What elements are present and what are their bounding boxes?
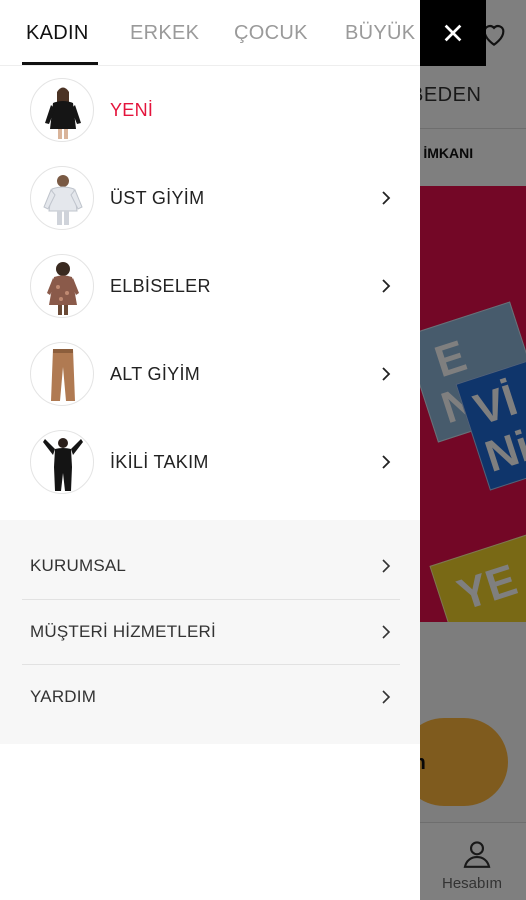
- active-tab-indicator: [22, 62, 98, 65]
- tab-cocuk[interactable]: ÇOCUK: [234, 22, 308, 45]
- category-label: İKİLİ TAKIM: [110, 452, 209, 472]
- info-links-section: KURUMSAL MÜŞTERİ HİZMETLERİ YARDIM: [0, 520, 420, 744]
- category-item-elbiseler[interactable]: ELBİSELER: [0, 242, 420, 330]
- link-label: YARDIM: [30, 687, 97, 706]
- category-label: ELBİSELER: [110, 276, 211, 296]
- link-musteri-hizmetleri[interactable]: MÜŞTERİ HİZMETLERİ: [0, 600, 420, 664]
- dress-model-thumb-icon: [30, 254, 94, 318]
- pants-thumb-icon: [30, 342, 94, 406]
- chevron-right-icon: [382, 625, 391, 639]
- category-label: YENİ: [110, 100, 154, 120]
- link-kurumsal[interactable]: KURUMSAL: [0, 534, 420, 598]
- category-item-yeni[interactable]: YENİ: [0, 66, 420, 154]
- close-icon: [444, 24, 462, 42]
- dress-model-thumb-icon: [30, 78, 94, 142]
- category-label: ALT GİYİM: [110, 364, 201, 384]
- chevron-right-icon: [382, 191, 391, 205]
- chevron-right-icon: [382, 559, 391, 573]
- top-model-thumb-icon: [30, 166, 94, 230]
- link-yardim[interactable]: YARDIM: [0, 665, 420, 729]
- tab-erkek[interactable]: ERKEK: [130, 22, 199, 45]
- tab-buyuk-beden[interactable]: BÜYÜK BEDEN: [345, 22, 420, 45]
- chevron-right-icon: [382, 690, 391, 704]
- link-label: MÜŞTERİ HİZMETLERİ: [30, 622, 216, 641]
- category-item-alt-giyim[interactable]: ALT GİYİM: [0, 330, 420, 418]
- chevron-right-icon: [382, 367, 391, 381]
- suit-model-thumb-icon: [30, 430, 94, 494]
- chevron-right-icon: [382, 455, 391, 469]
- link-label: KURUMSAL: [30, 556, 127, 575]
- navigation-drawer: KADIN ERKEK ÇOCUK BÜYÜK BEDEN YENİ: [0, 0, 420, 900]
- category-item-ust-giyim[interactable]: ÜST GİYİM: [0, 154, 420, 242]
- chevron-right-icon: [382, 279, 391, 293]
- category-label: ÜST GİYİM: [110, 188, 205, 208]
- category-item-ikili-takim[interactable]: İKİLİ TAKIM: [0, 418, 420, 506]
- tab-kadin[interactable]: KADIN: [26, 22, 89, 45]
- gender-tabs: KADIN ERKEK ÇOCUK BÜYÜK BEDEN: [0, 0, 420, 66]
- close-menu-button[interactable]: [420, 0, 486, 66]
